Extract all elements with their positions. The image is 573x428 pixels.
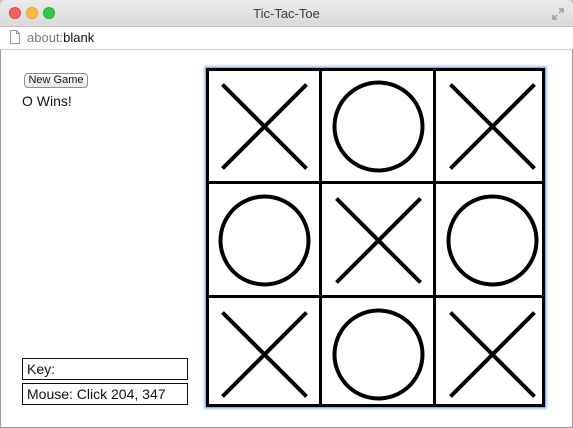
window-title: Tic-Tac-Toe [253, 6, 320, 21]
title-bar[interactable]: Tic-Tac-Toe [0, 0, 573, 27]
board-cell[interactable] [209, 71, 320, 182]
fullscreen-icon[interactable] [552, 8, 564, 20]
key-readout: Key: [22, 358, 188, 380]
board-cell[interactable] [323, 71, 434, 182]
game-status: O Wins! [22, 93, 72, 109]
address-bar[interactable]: about:blank [0, 27, 573, 50]
board-cell[interactable] [437, 71, 545, 182]
page-icon [10, 30, 20, 44]
url-text[interactable]: about:blank [27, 30, 94, 45]
board-cell[interactable] [209, 185, 320, 296]
browser-window: Tic-Tac-Toe about:blank New Game O Wins!… [0, 0, 573, 428]
url-host: blank [63, 30, 95, 45]
new-game-button[interactable]: New Game [24, 73, 88, 88]
board-cell[interactable] [209, 299, 320, 407]
url-scheme: about: [27, 30, 64, 45]
mouse-readout: Mouse: Click 204, 347 [22, 383, 188, 405]
board-cell[interactable] [437, 299, 545, 407]
board-cell[interactable] [323, 185, 434, 296]
board-cell[interactable] [323, 299, 434, 407]
game-board[interactable] [205, 67, 546, 408]
board-cell[interactable] [437, 185, 545, 296]
board-canvas [206, 68, 545, 407]
